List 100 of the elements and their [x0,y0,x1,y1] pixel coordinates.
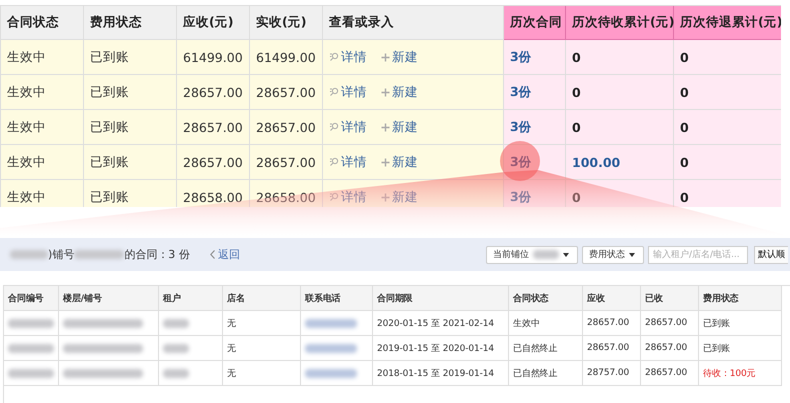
table-cell: 0 [566,110,674,145]
highlight-circle [500,141,540,181]
detail-link[interactable]: 详情 [329,84,367,100]
column-header: 应收(元) [177,6,250,40]
table-cell: 100.00 [566,145,674,180]
table-cell: 0 [674,40,781,75]
column-header: 查看或录入 [323,6,504,40]
table-cell: 61499.00 [177,40,250,75]
column-header: 费用状态 [699,286,782,311]
plus-icon [381,52,390,62]
search-icon [329,122,339,132]
column-header: 联系电话 [301,286,373,311]
table-cell: 28657.00 [177,145,250,180]
table-cell: 0 [674,110,781,145]
blurred-text [8,318,54,328]
table-cell: 生效中 [1,145,84,180]
column-header: 合同状态 [509,286,583,311]
history-link[interactable]: 3份 [510,48,532,66]
chevron-left-icon [210,250,215,259]
table-cell: 生效中 [1,40,84,75]
detail-link[interactable]: 详情 [329,48,367,66]
table-cell: 生效中 [1,180,84,207]
detail-link[interactable]: 详情 [329,154,367,170]
column-header: 合同状态 [1,6,84,40]
table-cell: 已自然终止 [509,361,583,386]
blurred-text [533,250,559,259]
table-cell: 28657.00 [641,336,699,361]
table-cell: 28657.00 [641,311,699,336]
caret-icon [629,252,635,256]
history-link[interactable]: 3份 [510,84,532,100]
table-cell: 28657.00 [250,145,323,180]
blurred-text [10,250,48,259]
table-cell: 28657.00 [250,75,323,110]
detail-link[interactable]: 详情 [329,118,367,136]
create-link[interactable]: 新建 [381,118,418,136]
table-cell: 28657.00 [177,110,250,145]
table-cell: 0 [566,75,674,110]
column-header: 费用状态 [84,6,177,40]
fee-status-select[interactable]: 费用状态 [582,246,644,264]
blurred-text [305,368,357,378]
search-icon [329,52,339,62]
table-cell: 28657.00 [641,361,699,386]
search-field[interactable]: 输入租户/店名/电话... [648,246,748,264]
table-cell: 待收：100元 [699,361,782,386]
column-header: 应收 [583,286,641,311]
table-cell: 2019-01-15 至 2020-01-14 [373,336,509,361]
back-link[interactable]: 返回 [210,247,240,262]
sort-button[interactable]: 默认顺 [754,246,788,264]
column-header: 店名 [223,286,301,311]
plus-icon [381,122,390,132]
table-cell: 已到账 [84,145,177,180]
table-cell: 已到账 [84,75,177,110]
table-cell: 28757.00 [583,361,641,386]
plus-icon [381,158,390,166]
table-cell: 28657.00 [177,75,250,110]
table-cell: 61499.00 [250,40,323,75]
column-header: 楼层/铺号 [59,286,159,311]
table-cell: 2020-01-15 至 2021-02-14 [373,311,509,336]
caret-icon [563,252,569,256]
table-cell: 生效中 [509,311,583,336]
column-header: 合同期限 [373,286,509,311]
blurred-text [74,250,124,259]
table-cell: 无 [223,336,301,361]
table-cell: 已到账 [84,40,177,75]
search-icon [329,157,339,167]
column-header: 历次待退累计(元) [674,6,781,40]
blurred-text [8,344,54,352]
plus-icon [381,88,390,96]
table-cell: 28657.00 [250,110,323,145]
table-cell: 已自然终止 [509,336,583,361]
column-header: 历次合同 [504,6,566,40]
table-cell: 生效中 [1,75,84,110]
column-header: 实收(元) [250,6,323,40]
column-header: 历次待收累计(元) [566,6,674,40]
panel-title-text: )铺号 [48,247,74,262]
table-cell: 28657.00 [583,311,641,336]
table-cell: 0 [674,180,781,207]
table-cell: 生效中 [1,110,84,145]
create-link[interactable]: 新建 [381,154,418,170]
table-cell: 无 [223,311,301,336]
table-cell: 2018-01-15 至 2019-01-14 [373,361,509,386]
table-cell: 28657.00 [583,336,641,361]
create-link[interactable]: 新建 [381,48,418,66]
create-link[interactable]: 新建 [381,84,418,100]
blurred-text [8,368,54,378]
panel-title-text: 的合同：3 份 [124,247,190,262]
column-header: 合同编号 [4,286,59,311]
blurred-text [163,368,189,378]
history-link[interactable]: 3份 [510,118,532,136]
search-icon [329,87,339,97]
table-cell: 已到账 [84,110,177,145]
table-cell: 无 [223,361,301,386]
table-cell: 已到账 [699,311,782,336]
blurred-text [163,344,189,352]
shop-select[interactable]: 当前铺位 [486,246,578,264]
table-cell: 0 [674,75,781,110]
blurred-text [163,318,189,328]
table-cell: 0 [674,145,781,180]
blurred-text [305,318,357,328]
column-header: 已收 [641,286,699,311]
